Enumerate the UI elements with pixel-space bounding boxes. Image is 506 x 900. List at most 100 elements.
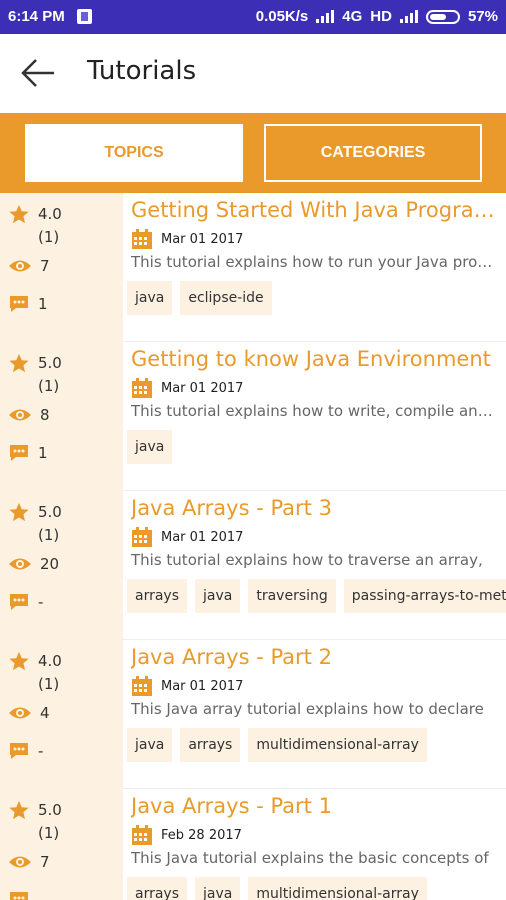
- rating-stat: 5.0: [8, 799, 62, 821]
- tutorial-row[interactable]: 5.0 (1) 20 - Java Arrays - Part 3 Mar 01…: [0, 491, 506, 640]
- stats-panel: 5.0 (1) 20 -: [0, 491, 123, 640]
- tutorial-content: Java Arrays - Part 3 Mar 01 2017 This tu…: [127, 491, 506, 640]
- tag-chip[interactable]: java: [127, 430, 173, 464]
- comment-icon: [10, 296, 28, 312]
- tab-bar: TOPICS CATEGORIES: [0, 113, 506, 193]
- tutorial-date: Mar 01 2017: [161, 678, 244, 694]
- hd-indicator: HD: [370, 8, 392, 25]
- tag-chip[interactable]: eclipse-ide: [180, 281, 272, 315]
- views-stat: 8: [8, 406, 50, 424]
- status-indicators: 0.05K/s 4G HD 57%: [256, 8, 498, 25]
- tutorial-date: Mar 01 2017: [161, 231, 244, 247]
- tutorial-content: Java Arrays - Part 2 Mar 01 2017 This Ja…: [127, 640, 506, 789]
- tab-topics[interactable]: TOPICS: [25, 124, 243, 182]
- views-count: 20: [40, 555, 60, 573]
- comments-stat: -: [8, 890, 43, 900]
- date-line: Mar 01 2017: [131, 675, 243, 697]
- star-icon: [9, 204, 29, 224]
- signal-icon: [316, 10, 335, 23]
- tag-chip[interactable]: arrays: [180, 728, 241, 762]
- rating-stat: 5.0: [8, 352, 62, 374]
- tab-categories[interactable]: CATEGORIES: [264, 124, 482, 182]
- views-count: 4: [40, 704, 50, 722]
- tag-list: java: [127, 430, 173, 464]
- views-count: 7: [40, 853, 50, 871]
- tutorial-description: This Java tutorial explains the basic co…: [131, 849, 489, 867]
- comment-icon: [10, 594, 28, 610]
- tutorial-row[interactable]: 4.0 (1) 7 1 Getting Started With Java Pr…: [0, 193, 506, 342]
- tag-chip[interactable]: multidimensional-array: [248, 728, 427, 762]
- status-bar: 6:14 PM 0.05K/s 4G HD 57%: [0, 0, 506, 34]
- date-line: Feb 28 2017: [131, 824, 242, 846]
- comments-stat: -: [8, 592, 43, 612]
- date-line: Mar 01 2017: [131, 377, 243, 399]
- rating-count: (1): [38, 675, 60, 693]
- tutorial-content: Java Arrays - Part 1 Feb 28 2017 This Ja…: [127, 789, 506, 900]
- views-count: 7: [40, 257, 50, 275]
- tag-chip[interactable]: multidimensional-array: [248, 877, 427, 900]
- tag-chip[interactable]: traversing: [248, 579, 336, 613]
- rating-value: 5.0: [38, 354, 62, 372]
- eye-icon: [9, 409, 31, 421]
- rating-value: 5.0: [38, 801, 62, 819]
- views-count: 8: [40, 406, 50, 424]
- rating-stat: 5.0: [8, 501, 62, 523]
- app-bar: Tutorials: [0, 34, 506, 113]
- tutorial-title[interactable]: Getting Started With Java Programming: [131, 198, 499, 222]
- star-icon: [9, 800, 29, 820]
- views-stat: 7: [8, 853, 50, 871]
- calendar-icon: [132, 229, 152, 249]
- calendar-icon: [132, 378, 152, 398]
- tutorial-date: Mar 01 2017: [161, 529, 244, 545]
- rating-count: (1): [38, 228, 60, 246]
- comment-icon: [10, 445, 28, 461]
- tutorial-title[interactable]: Java Arrays - Part 3: [131, 496, 499, 520]
- comment-icon: [10, 743, 28, 759]
- rating-count: (1): [38, 526, 60, 544]
- tutorial-date: Mar 01 2017: [161, 380, 244, 396]
- stats-panel: 4.0 (1) 7 1: [0, 193, 123, 342]
- rating-stat: 4.0: [8, 203, 62, 225]
- tag-chip[interactable]: arrays: [127, 877, 188, 900]
- tutorial-title[interactable]: Getting to know Java Environment: [131, 347, 499, 371]
- comments-stat: -: [8, 741, 43, 761]
- views-stat: 4: [8, 704, 50, 722]
- tutorial-content: Getting Started With Java Programming Ma…: [127, 193, 506, 342]
- notification-app-icon: [77, 9, 92, 24]
- tutorial-title[interactable]: Java Arrays - Part 2: [131, 645, 499, 669]
- comments-count: 1: [38, 295, 48, 313]
- tutorial-title[interactable]: Java Arrays - Part 1: [131, 794, 499, 818]
- calendar-icon: [132, 527, 152, 547]
- battery-percent: 57%: [467, 8, 498, 25]
- tutorial-row[interactable]: 5.0 (1) 8 1 Getting to know Java Environ…: [0, 342, 506, 491]
- comments-count: 1: [38, 444, 48, 462]
- calendar-icon: [132, 676, 152, 696]
- stats-panel: 5.0 (1) 8 1: [0, 342, 123, 491]
- rating-count: (1): [38, 824, 60, 842]
- signal-icon-2: [399, 10, 418, 23]
- status-time: 6:14 PM: [8, 8, 65, 25]
- tutorial-date: Feb 28 2017: [161, 827, 242, 843]
- calendar-icon: [132, 825, 152, 845]
- page-title: Tutorials: [87, 56, 197, 86]
- tutorial-description: This tutorial explains how to traverse a…: [131, 551, 483, 569]
- eye-icon: [9, 260, 31, 272]
- rating-value: 4.0: [38, 652, 62, 670]
- tag-chip[interactable]: arrays: [127, 579, 188, 613]
- arrow-left-icon[interactable]: [18, 56, 58, 90]
- date-line: Mar 01 2017: [131, 526, 243, 548]
- eye-icon: [9, 558, 31, 570]
- tag-chip[interactable]: passing-arrays-to-meth: [343, 579, 506, 613]
- tag-list: java arrays multidimensional-array: [127, 728, 427, 762]
- comments-count: -: [38, 593, 44, 611]
- tag-chip[interactable]: java: [127, 281, 173, 315]
- tutorial-row[interactable]: 5.0 (1) 7 - Java Arrays - Part 1 Feb 28 …: [0, 789, 506, 900]
- tag-chip[interactable]: java: [195, 877, 241, 900]
- tag-chip[interactable]: java: [127, 728, 173, 762]
- star-icon: [9, 353, 29, 373]
- comments-count: -: [38, 891, 44, 900]
- tutorial-list[interactable]: 4.0 (1) 7 1 Getting Started With Java Pr…: [0, 193, 506, 900]
- tutorial-row[interactable]: 4.0 (1) 4 - Java Arrays - Part 2 Mar 01 …: [0, 640, 506, 789]
- comments-stat: 1: [8, 443, 48, 463]
- tag-chip[interactable]: java: [195, 579, 241, 613]
